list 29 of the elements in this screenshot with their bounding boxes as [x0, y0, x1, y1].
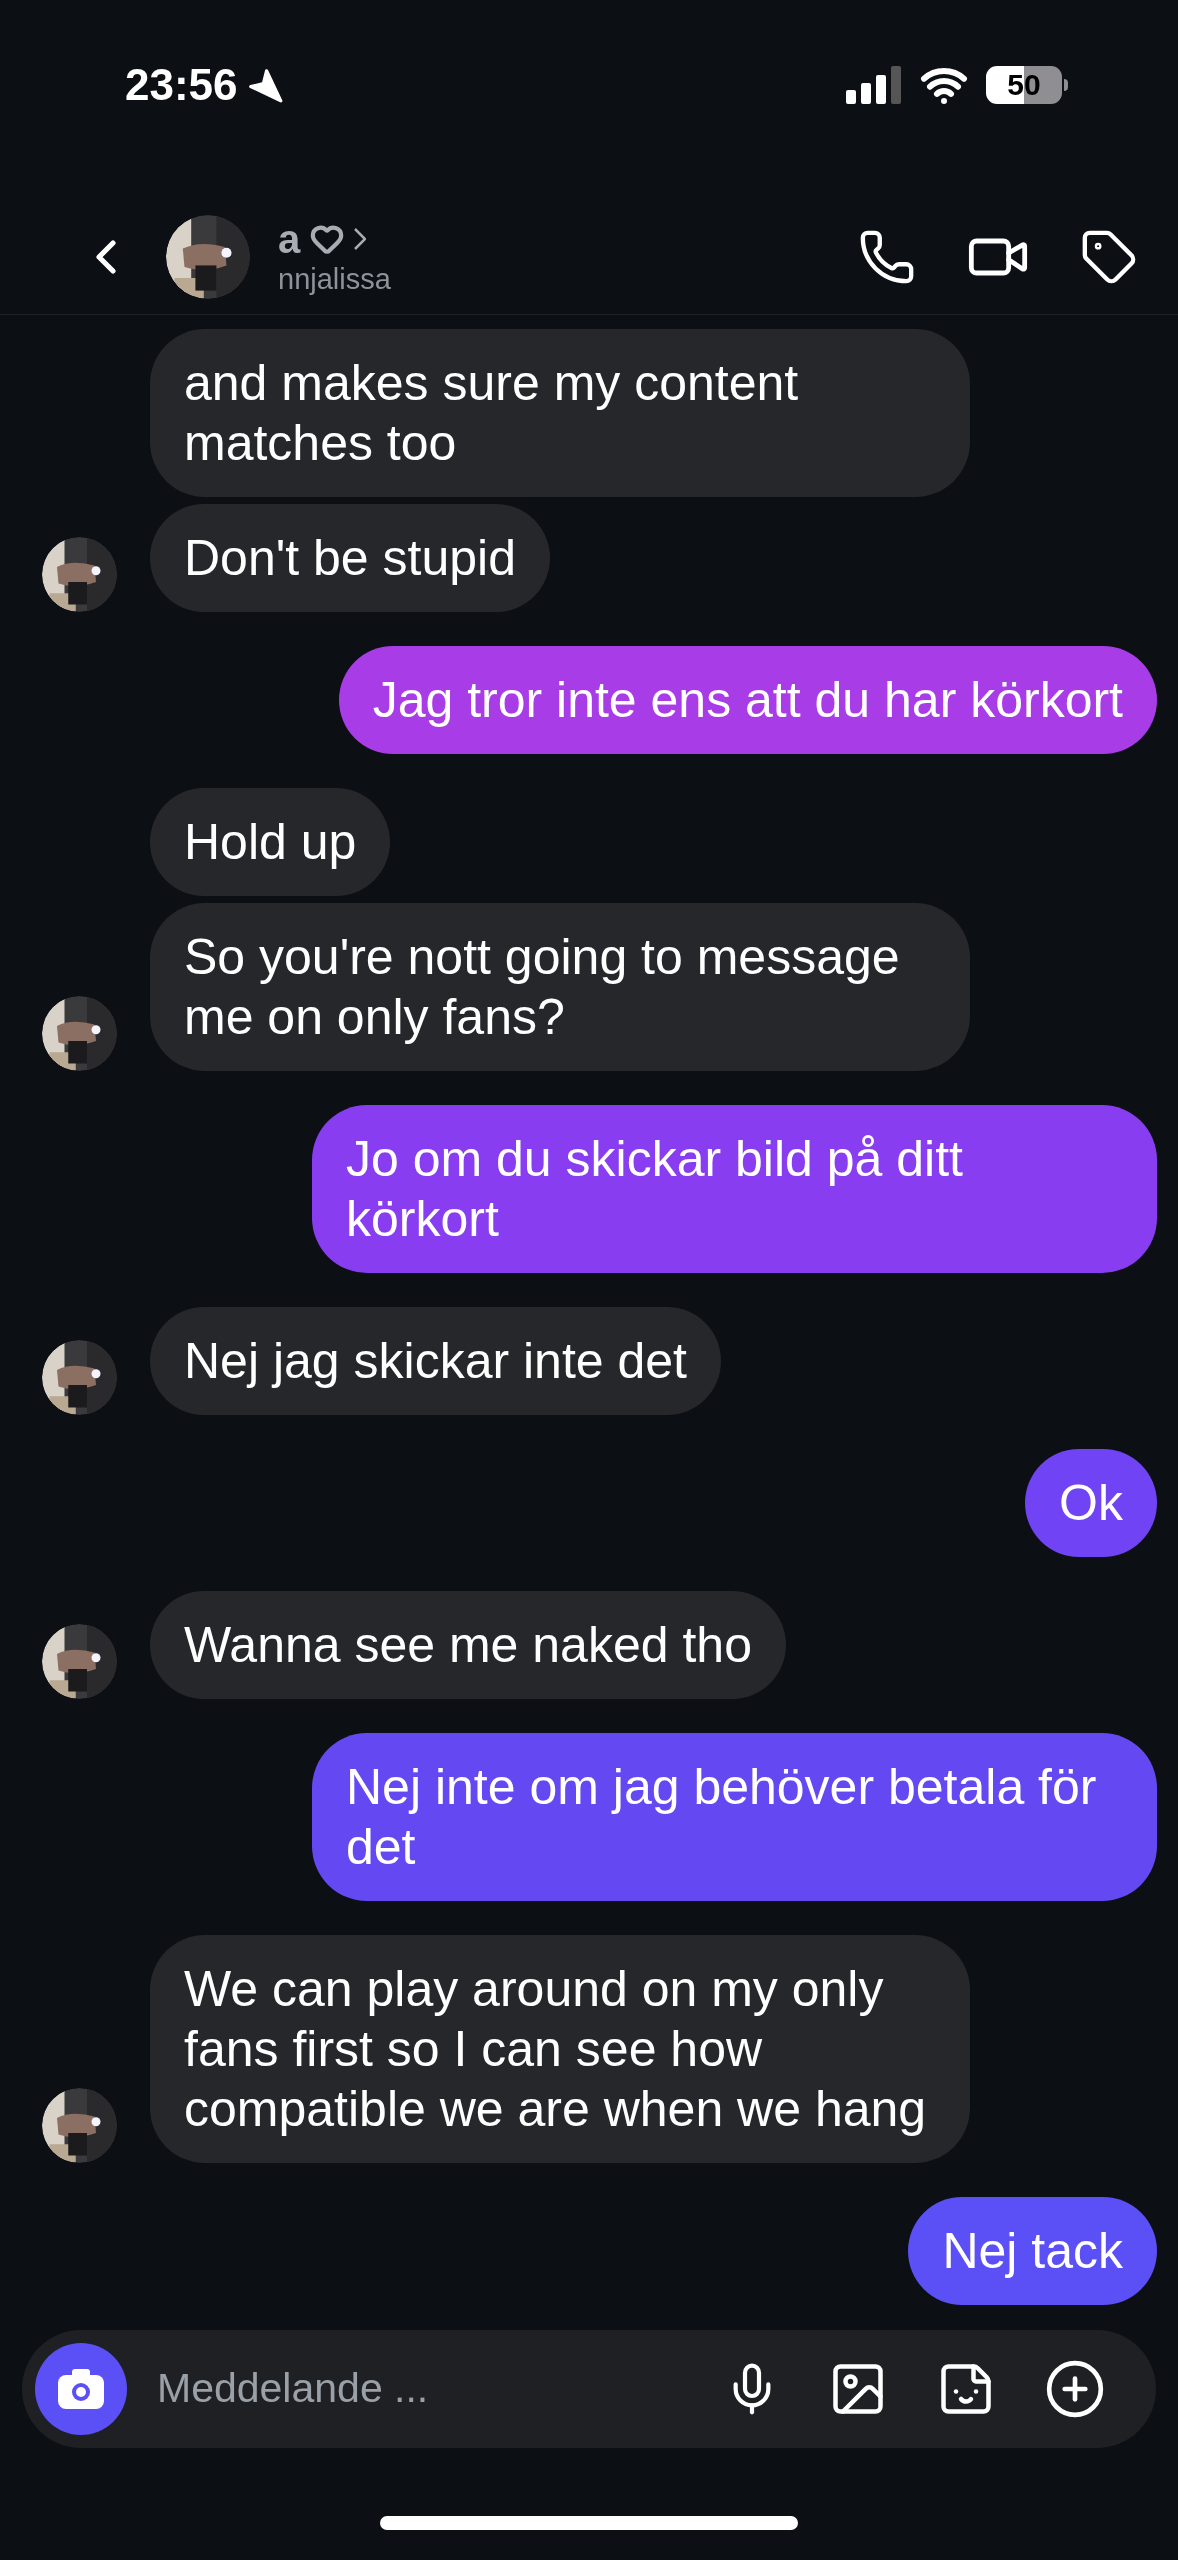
signal-icon: [846, 66, 902, 104]
message-bubble: Nej inte om jag behöver betala för det: [312, 1733, 1157, 1901]
clock-time: 23:56: [125, 59, 238, 111]
message-bubble: Don't be stupid: [150, 504, 550, 612]
message-input[interactable]: Meddelande ...: [157, 2358, 724, 2420]
chevron-icon: [354, 228, 367, 250]
call-button[interactable]: [858, 228, 916, 286]
plus-icon: [1044, 2358, 1106, 2420]
message-bubble: Jo om du skickar bild på ditt körkort: [312, 1105, 1157, 1273]
camera-icon: [58, 2369, 104, 2409]
message-bubble: Wanna see me naked tho: [150, 1591, 786, 1699]
contact-name[interactable]: a: [278, 217, 301, 261]
message-bubble: and makes sure my content matches too: [150, 329, 970, 497]
tag-button[interactable]: [1080, 228, 1138, 286]
message-bubble: Jag tror inte ens att du har körkort: [338, 646, 1157, 754]
message-bubble: Nej jag skickar inte det: [150, 1307, 721, 1415]
add-button[interactable]: [1044, 2358, 1106, 2420]
heart-icon: [310, 222, 345, 256]
message-bubble: Hold up: [150, 788, 391, 896]
contact-username: nnjalissa: [278, 262, 391, 297]
phone-icon: [858, 228, 916, 286]
message-bubble: Nej tack: [908, 2197, 1157, 2305]
message-field[interactable]: Meddelande ...: [22, 2330, 1156, 2448]
message-bubble: We can play around on my only fans first so I can see how compatible we are when we hang: [150, 1935, 970, 2163]
tag-icon: [1080, 228, 1138, 286]
message-bubble: Ok: [1025, 1449, 1157, 1557]
camera-button[interactable]: [35, 2343, 127, 2435]
message-bubble: So you're nott going to message me on only fans?: [150, 903, 970, 1071]
battery-level: 50: [1007, 70, 1041, 100]
